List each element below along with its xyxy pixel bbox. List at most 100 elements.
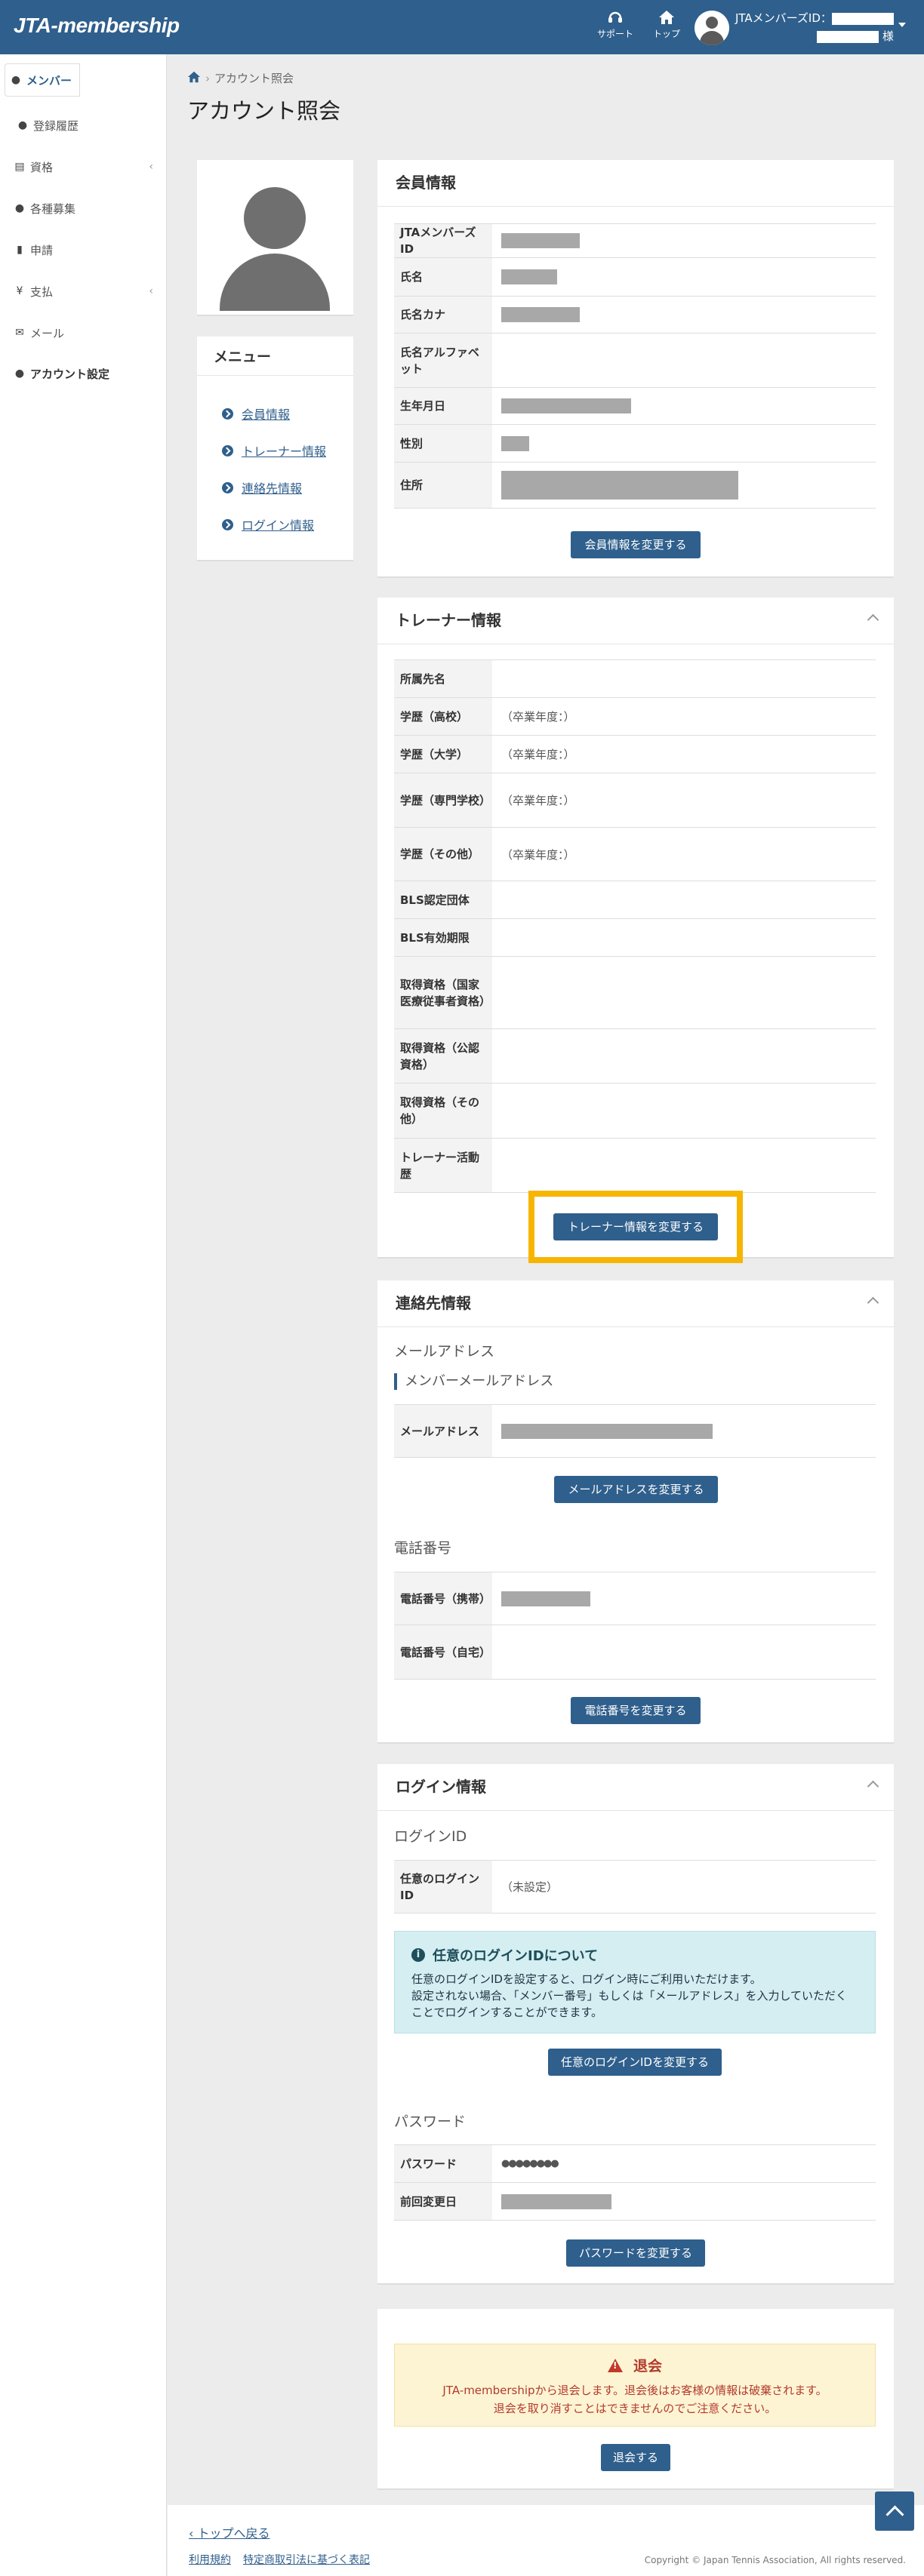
member-info-table: JTAメンバーズID 氏名 氏名カナ 氏名アルファベット 生年月日 性別 住所 xyxy=(394,223,876,509)
trainer-info-title: トレーナー情報 xyxy=(396,611,501,629)
support-label: サポート xyxy=(596,29,633,39)
chevron-up-icon[interactable] xyxy=(867,1780,879,1793)
sidebar-item-recruit[interactable]: ● 各種募集 xyxy=(0,189,167,227)
login-id-heading: ログインID xyxy=(394,1828,467,1845)
member-email-subheading: メンバーメールアドレス xyxy=(394,1373,553,1390)
redacted-value xyxy=(501,269,557,284)
phone-heading: 電話番号 xyxy=(394,1540,452,1557)
contact-info-title: 連絡先情報 xyxy=(396,1294,471,1312)
envelope-icon: ✉ xyxy=(15,327,24,339)
info-text-1: 任意のログインIDを設定すると、ログイン時にご利用いただけます。 xyxy=(411,1972,762,1986)
edit-phone-button[interactable]: 電話番号を変更する xyxy=(571,1697,701,1724)
redacted-value xyxy=(501,398,631,413)
redacted-value xyxy=(501,1423,713,1439)
password-value: ●●●●●●●● xyxy=(501,2158,559,2169)
edit-login-id-button[interactable]: 任意のログインIDを変更する xyxy=(548,2049,722,2076)
email-heading: メールアドレス xyxy=(394,1343,495,1360)
profile-photo xyxy=(197,160,353,316)
site-logo[interactable]: JTA-membership xyxy=(14,14,180,38)
headset-icon xyxy=(608,11,622,23)
trainer-info-table: 所属先名 学歴（高校） （卒業年度：） 学歴（大学） （卒業年度：） 学歴（専門学校… xyxy=(394,659,876,1193)
breadcrumb-current: アカウント照会 xyxy=(214,72,294,85)
info-icon: i xyxy=(411,1948,425,1962)
honorific: 様 xyxy=(882,29,894,43)
row-value xyxy=(492,957,876,1028)
row-value xyxy=(492,660,876,697)
sidebar-item-account-settings[interactable]: ● アカウント設定 xyxy=(0,355,167,392)
chevron-up-icon[interactable] xyxy=(867,613,879,626)
row-label: 取得資格（公認資格） xyxy=(394,1029,492,1083)
sidebar-item-payment[interactable]: ¥ 支払 ‹ xyxy=(0,272,167,310)
terms-link[interactable]: 利用規約 xyxy=(189,2552,231,2567)
home-icon[interactable] xyxy=(187,71,201,86)
redacted-value xyxy=(501,1591,590,1606)
edit-email-button[interactable]: メールアドレスを変更する xyxy=(554,1476,718,1503)
law-link[interactable]: 特定商取引法に基づく表記 xyxy=(243,2552,370,2567)
sidebar-item-application[interactable]: ▮ 申請 xyxy=(0,231,167,269)
row-label: 学歴（高校） xyxy=(394,698,492,735)
info-text-2: 設定されない場合、「メンバー番号」もしくは「メールアドレス」を入力していただくこ… xyxy=(411,1989,848,2019)
edit-member-button[interactable]: 会員情報を変更する xyxy=(571,531,701,558)
menu-link-member[interactable]: 会員情報 xyxy=(222,404,290,423)
login-id-table: 任意のログインID （未設定） xyxy=(394,1860,876,1914)
row-label: BLS有効期限 xyxy=(394,919,492,956)
password-table: パスワード ●●●●●●●● 前回変更日 xyxy=(394,2144,876,2221)
edit-password-button[interactable]: パスワードを変更する xyxy=(566,2239,705,2267)
row-label: 取得資格（国家医療従事者資格） xyxy=(394,957,492,1028)
footer: ‹ トップへ戻る 利用規約 特定商取引法に基づく表記 Copyright © J… xyxy=(168,2505,924,2576)
user-name-redacted xyxy=(817,30,879,43)
row-value: （卒業年度：） xyxy=(501,710,575,724)
row-label: 学歴（専門学校） xyxy=(394,773,492,827)
menu-link-trainer[interactable]: トレーナー情報 xyxy=(222,441,326,460)
chevron-left-icon: ‹ xyxy=(189,2526,198,2541)
login-info-title: ログイン情報 xyxy=(396,1778,486,1796)
menu-link-contact[interactable]: 連絡先情報 xyxy=(222,478,302,496)
login-id-info-box: i 任意のログインIDについて 任意のログインIDを設定すると、ログイン時にご利用… xyxy=(394,1931,876,2033)
row-label: BLS認定団体 xyxy=(394,881,492,918)
row-label: 住所 xyxy=(394,463,492,508)
row-label: 前回変更日 xyxy=(394,2183,492,2220)
redacted-value xyxy=(501,471,738,500)
top-header: JTA-membership サポート トップ JTAメンバーズID： 様 xyxy=(0,0,924,54)
back-to-top-link[interactable]: ‹ トップへ戻る xyxy=(189,2523,270,2541)
row-label: 氏名アルファベット xyxy=(394,334,492,387)
top-label: トップ xyxy=(652,29,680,39)
highlight-box xyxy=(528,1191,743,1263)
row-label: 性別 xyxy=(394,425,492,462)
row-value xyxy=(492,1029,876,1083)
avatar xyxy=(695,11,729,45)
row-label: 電話番号（自宅） xyxy=(394,1625,492,1679)
row-value xyxy=(492,1084,876,1138)
sidebar-item-member[interactable]: ● メンバー xyxy=(5,63,80,97)
menu-link-login[interactable]: ログイン情報 xyxy=(222,515,314,533)
yen-icon: ¥ xyxy=(16,285,23,297)
row-label: 取得資格（その他） xyxy=(394,1084,492,1138)
circle-chevron-icon xyxy=(222,481,233,493)
row-label: 生年月日 xyxy=(394,388,492,424)
row-value xyxy=(492,919,876,956)
support-button[interactable]: サポート xyxy=(593,9,638,40)
breadcrumb-separator: › xyxy=(205,71,210,85)
scroll-to-top-button[interactable] xyxy=(875,2491,914,2531)
row-label: メールアドレス xyxy=(394,1405,492,1457)
circle-chevron-icon xyxy=(222,407,233,420)
top-button[interactable]: トップ xyxy=(644,9,689,40)
row-label: 電話番号（携帯） xyxy=(394,1572,492,1625)
row-label: 学歴（その他） xyxy=(394,828,492,881)
row-label: 氏名 xyxy=(394,258,492,296)
row-value: （卒業年度：） xyxy=(501,847,575,862)
user-menu[interactable]: JTAメンバーズID： 様 xyxy=(695,9,906,47)
user-icon: ● xyxy=(17,119,28,131)
phone-table: 電話番号（携帯） 電話番号（自宅） xyxy=(394,1572,876,1680)
home-icon xyxy=(659,11,674,24)
withdraw-button[interactable]: 退会する xyxy=(601,2444,670,2471)
password-heading: パスワード xyxy=(394,2113,467,2130)
redacted-value xyxy=(501,2193,611,2209)
row-value xyxy=(492,1139,876,1192)
sidebar-item-mail[interactable]: ✉ メール xyxy=(0,314,167,352)
sidebar-item-qualification[interactable]: ▤ 資格 ‹ xyxy=(0,148,167,186)
user-icon: ● xyxy=(11,74,21,86)
chevron-up-icon[interactable] xyxy=(867,1296,879,1309)
sidebar-item-history[interactable]: ● 登録履歴 xyxy=(0,106,167,144)
breadcrumb: › アカウント照会 xyxy=(187,70,294,86)
